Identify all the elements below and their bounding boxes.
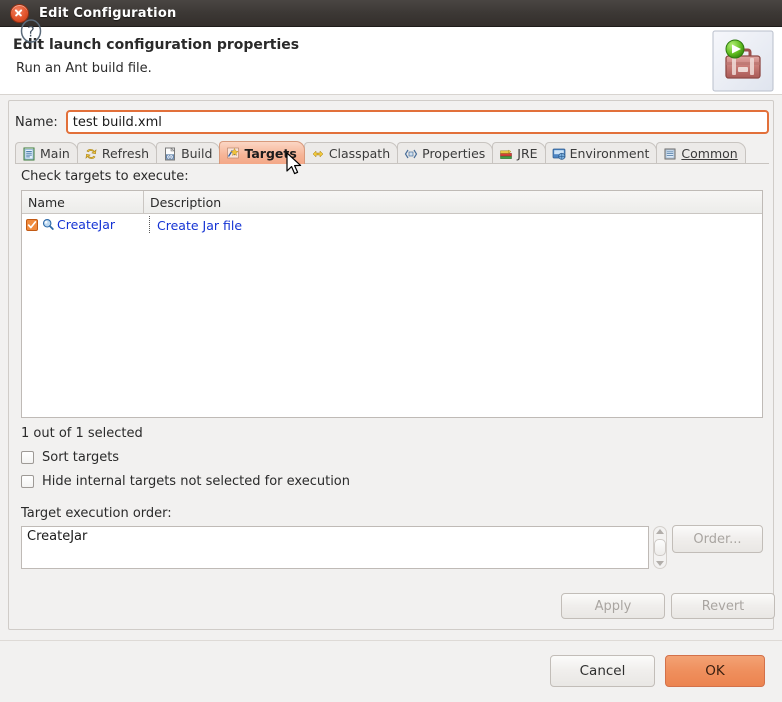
tab-label: Environment	[569, 146, 650, 161]
svg-text:010: 010	[166, 154, 174, 159]
tab-bar: Main Refresh 010 Build Targets Classpath…	[15, 141, 769, 164]
table-header-row: Name Description	[22, 191, 762, 214]
sort-targets-checkbox[interactable]	[21, 451, 34, 464]
cell-name: CreateJar	[26, 216, 150, 233]
scrollbar-thumb[interactable]	[654, 539, 666, 556]
configuration-frame: Name: Main	[8, 100, 775, 630]
scroll-down-arrow-icon[interactable]	[656, 561, 664, 566]
selection-status: 1 out of 1 selected	[21, 426, 143, 441]
cancel-button[interactable]: Cancel	[550, 655, 655, 687]
edit-configuration-dialog: Edit Configuration Edit launch configura…	[0, 0, 782, 702]
properties-icon	[404, 149, 418, 158]
page-title: Edit launch configuration properties	[13, 37, 300, 53]
order-button[interactable]: Order...	[672, 525, 763, 553]
page-subtitle: Run an Ant build file.	[16, 61, 152, 76]
tab-jre[interactable]: JRE	[492, 142, 546, 164]
common-icon	[664, 148, 676, 159]
row-checkbox-checked[interactable]	[26, 218, 38, 231]
help-question-icon[interactable]: ?	[18, 18, 44, 44]
tab-label: Refresh	[101, 146, 150, 161]
row-description: Create Jar file	[157, 218, 243, 233]
document-icon	[23, 147, 35, 160]
tab-classpath[interactable]: Classpath	[303, 142, 399, 164]
hide-internal-targets-label: Hide internal targets not selected for e…	[42, 474, 351, 489]
tab-properties[interactable]: Properties	[397, 142, 494, 164]
apply-button[interactable]: Apply	[561, 593, 665, 619]
tab-build[interactable]: 010 Build	[156, 142, 221, 164]
table-row[interactable]: CreateJar Create Jar file	[22, 214, 762, 235]
tab-label: Properties	[422, 146, 486, 161]
tab-label-text: Common	[681, 146, 738, 161]
target-execution-order-label: Target execution order:	[21, 506, 172, 521]
revert-button[interactable]: Revert	[671, 593, 775, 619]
name-input[interactable]	[65, 110, 769, 134]
targets-instruction: Check targets to execute:	[21, 169, 189, 184]
column-header-description[interactable]: Description	[144, 191, 762, 213]
ok-button[interactable]: OK	[665, 655, 765, 687]
targets-icon	[227, 147, 240, 159]
dialog-header: Edit launch configuration properties Run…	[0, 27, 782, 95]
ant-build-toolbox-icon	[712, 30, 774, 92]
tab-label: Common	[681, 146, 737, 161]
sort-targets-label: Sort targets	[42, 450, 120, 465]
refresh-icon	[85, 148, 97, 159]
classpath-icon	[312, 149, 324, 158]
tab-label: Main	[40, 146, 70, 161]
column-header-name[interactable]: Name	[22, 191, 144, 213]
targets-tab-panel: Check targets to execute: Name Descripti…	[15, 164, 775, 624]
window-titlebar: Edit Configuration	[0, 0, 782, 27]
tab-label: Classpath	[328, 146, 391, 161]
hide-internal-targets-checkbox[interactable]	[21, 475, 34, 488]
tab-common[interactable]: Common	[656, 142, 746, 164]
tab-label: JRE	[517, 146, 538, 161]
tab-label: Build	[181, 146, 213, 161]
name-row: Name:	[15, 109, 769, 135]
sort-targets-option[interactable]: Sort targets	[21, 450, 119, 465]
hide-internal-targets-option[interactable]: Hide internal targets not selected for e…	[21, 474, 350, 489]
cell-description: Create Jar file	[150, 215, 762, 234]
environment-icon	[552, 148, 565, 160]
row-name: CreateJar	[57, 217, 116, 232]
dialog-body: Name: Main	[0, 95, 782, 640]
tab-main[interactable]: Main	[15, 142, 78, 164]
vertical-scrollbar[interactable]	[653, 526, 667, 569]
window-title: Edit Configuration	[39, 5, 177, 21]
tab-label: Targets	[244, 145, 297, 161]
svg-text:?: ?	[27, 25, 34, 41]
tab-environment[interactable]: Environment	[544, 142, 658, 164]
target-execution-order-list[interactable]: CreateJar	[21, 526, 649, 569]
jre-books-icon	[500, 149, 513, 159]
targets-table: Name Description CreateJar Create Jar fi…	[21, 190, 763, 418]
name-label: Name:	[15, 114, 58, 130]
build-binary-icon: 010	[165, 146, 176, 160]
tab-refresh[interactable]: Refresh	[76, 142, 158, 164]
tab-targets[interactable]: Targets	[219, 141, 305, 164]
scroll-up-arrow-icon[interactable]	[656, 529, 664, 534]
target-search-icon	[42, 219, 54, 230]
